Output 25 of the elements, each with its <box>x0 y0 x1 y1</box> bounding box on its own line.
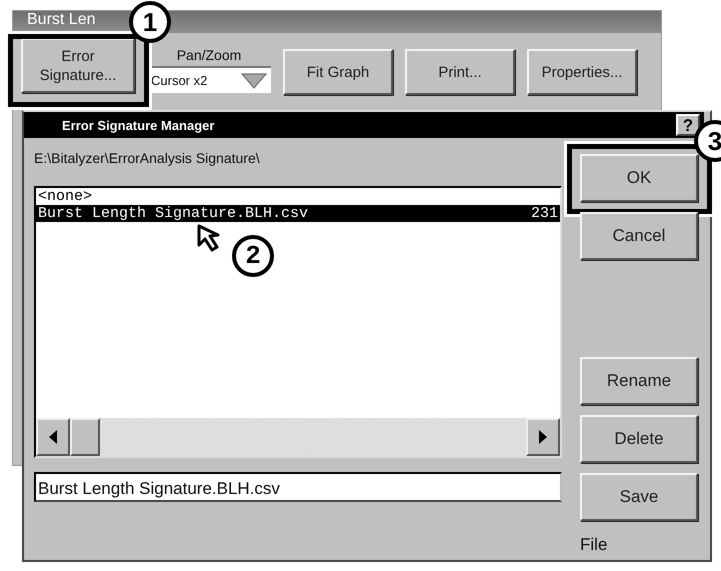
folder-path: E:\Bitalyzer\ErrorAnalysis Signature\ <box>34 149 261 168</box>
right-arrow-icon <box>538 430 548 444</box>
file-label: File <box>580 534 608 555</box>
scrollbar-thumb[interactable] <box>70 418 100 456</box>
error-signature-button[interactable]: Error Signature... <box>21 38 135 93</box>
toolbar-button[interactable]: Fit Graph <box>283 49 393 95</box>
horizontal-scrollbar[interactable] <box>36 418 560 456</box>
scroll-left-button[interactable] <box>36 418 70 456</box>
callout-number: 1 <box>129 1 171 43</box>
file-name-field[interactable]: Burst Length Signature.BLH.csv <box>34 472 562 502</box>
scroll-right-button[interactable] <box>526 418 560 456</box>
dialog-button[interactable]: Cancel <box>580 212 698 260</box>
callout-number: 2 <box>232 235 274 277</box>
dialog-button[interactable]: Rename <box>580 357 698 405</box>
dialog-button[interactable]: Delete <box>580 415 698 463</box>
file-list-item[interactable]: Burst Length Signature.BLH.csv 231 <box>36 205 560 222</box>
toolbar-button[interactable]: Print... <box>405 49 515 95</box>
dialog-button[interactable]: OK <box>580 154 698 202</box>
help-button[interactable]: ? <box>676 114 700 136</box>
toolbar-button[interactable]: Properties... <box>527 49 637 95</box>
pan-zoom-label: Pan/Zoom <box>176 47 242 63</box>
dialog-button[interactable]: Save <box>580 473 698 521</box>
left-arrow-icon <box>48 430 58 444</box>
dropdown-arrow-icon <box>241 72 267 88</box>
dialog-title: Error Signature Manager <box>61 118 214 132</box>
